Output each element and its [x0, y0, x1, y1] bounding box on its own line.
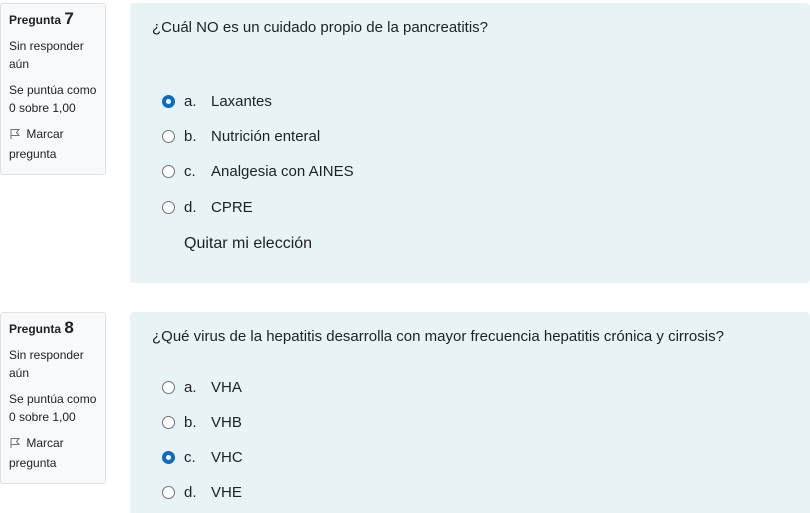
option-letter: c.: [184, 162, 196, 180]
state-line-2: aún: [9, 366, 30, 380]
question-number-value: 7: [64, 9, 74, 28]
option-text: VHB: [211, 413, 242, 431]
option-letter: d.: [184, 483, 197, 501]
radio-icon[interactable]: [162, 380, 175, 394]
question-number: Pregunta 8: [9, 319, 105, 338]
option-text: Analgesia con AINES: [211, 162, 354, 180]
state-line-1: Sin responder: [9, 348, 84, 362]
flag-label-1: Marcar: [26, 127, 64, 141]
question-content-7: ¿Cuál NO es un cuidado propio de la panc…: [130, 3, 810, 283]
radio-icon[interactable]: [162, 164, 175, 178]
answer-option-a[interactable]: a. Laxantes: [162, 91, 272, 111]
radio-icon[interactable]: [162, 129, 175, 143]
question-number-value: 8: [64, 318, 74, 337]
option-letter: b.: [184, 127, 197, 145]
flag-label-2: pregunta: [9, 456, 57, 470]
question-label: Pregunta: [9, 13, 62, 27]
answer-option-a[interactable]: a. VHA: [162, 377, 242, 397]
option-text: CPRE: [211, 198, 253, 216]
option-letter: b.: [184, 413, 197, 431]
answer-option-d[interactable]: d. VHE: [162, 482, 242, 502]
grade-line-1: Se puntúa como: [9, 83, 97, 97]
option-text: Nutrición enteral: [211, 127, 321, 145]
grade-line-1: Se puntúa como: [9, 392, 97, 406]
option-letter: d.: [184, 198, 197, 216]
option-text: VHC: [211, 448, 243, 466]
radio-icon[interactable]: [162, 450, 175, 464]
question-text: ¿Qué virus de la hepatitis desarrolla co…: [152, 328, 724, 345]
question-text: ¿Cuál NO es un cuidado propio de la panc…: [152, 19, 489, 36]
option-text: VHA: [211, 378, 242, 396]
flag-question-link[interactable]: Marcar pregunta: [9, 125, 105, 163]
state-line-2: aún: [9, 57, 30, 71]
radio-icon[interactable]: [162, 415, 175, 429]
answer-option-b[interactable]: b. VHB: [162, 412, 242, 432]
option-text: VHE: [211, 483, 242, 501]
grade-line-2: 0 sobre 1,00: [9, 410, 76, 424]
option-letter: a.: [184, 92, 197, 110]
grade-line-2: 0 sobre 1,00: [9, 101, 76, 115]
question-grade: Se puntúa como 0 sobre 1,00: [9, 81, 105, 117]
question-info-7: Pregunta 7 Sin responder aún Se puntúa c…: [0, 3, 106, 175]
answer-option-d[interactable]: d. CPRE: [162, 197, 253, 217]
answer-option-c[interactable]: c. VHC: [162, 447, 243, 467]
flag-icon: [9, 127, 23, 145]
question-label: Pregunta: [9, 322, 62, 336]
radio-icon[interactable]: [162, 485, 175, 499]
radio-icon[interactable]: [162, 94, 175, 108]
flag-label-1: Marcar: [26, 436, 64, 450]
flag-label-2: pregunta: [9, 147, 57, 161]
option-text: Laxantes: [211, 92, 272, 110]
flag-icon: [9, 436, 23, 454]
option-letter: a.: [184, 378, 197, 396]
question-state: Sin responder aún: [9, 346, 105, 382]
question-number: Pregunta 7: [9, 10, 105, 29]
answer-option-c[interactable]: c. Analgesia con AINES: [162, 161, 354, 181]
question-content-8: ¿Qué virus de la hepatitis desarrolla co…: [130, 312, 810, 513]
question-grade: Se puntúa como 0 sobre 1,00: [9, 390, 105, 426]
flag-question-link[interactable]: Marcar pregunta: [9, 434, 105, 472]
radio-icon[interactable]: [162, 200, 175, 214]
question-state: Sin responder aún: [9, 37, 105, 73]
clear-choice-link[interactable]: Quitar mi elección: [184, 235, 312, 253]
state-line-1: Sin responder: [9, 39, 84, 53]
answer-option-b[interactable]: b. Nutrición enteral: [162, 126, 320, 146]
question-info-8: Pregunta 8 Sin responder aún Se puntúa c…: [0, 312, 106, 484]
option-letter: c.: [184, 448, 196, 466]
